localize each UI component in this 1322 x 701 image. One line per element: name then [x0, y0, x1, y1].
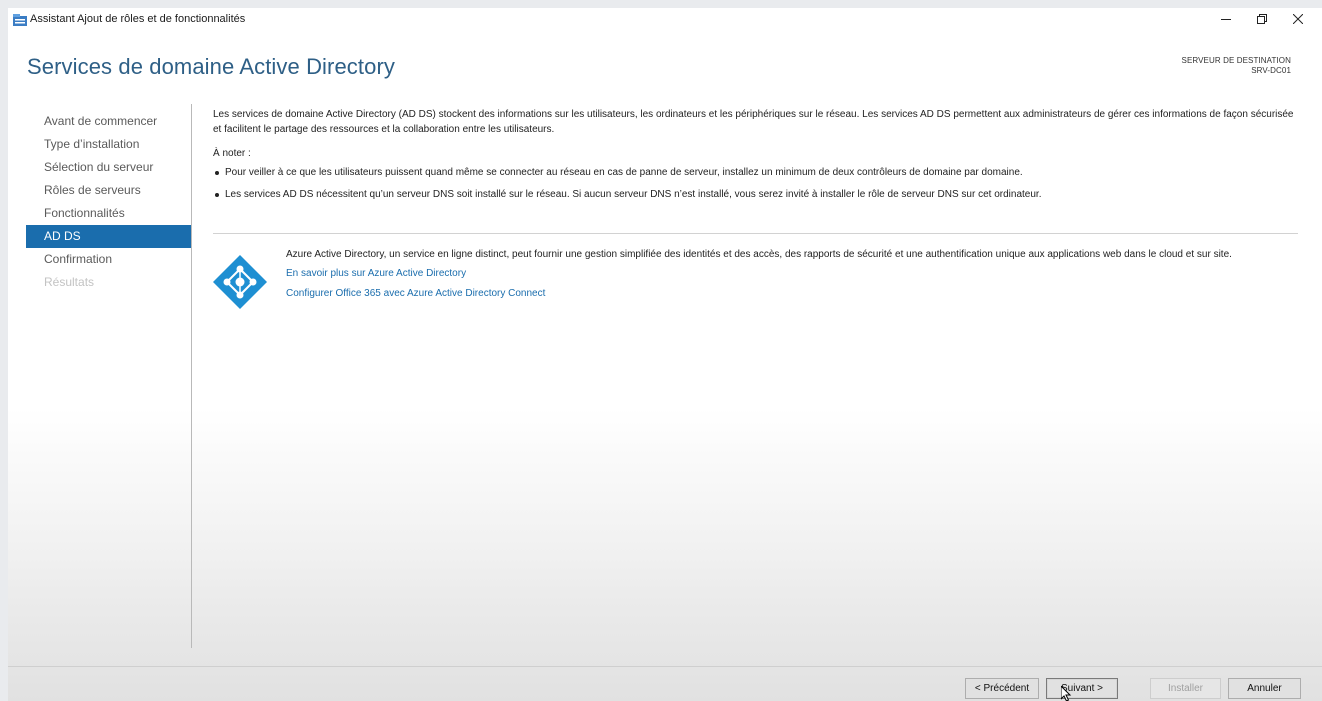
- azure-description: Azure Active Directory, un service en li…: [286, 249, 1232, 260]
- main-content: Les services de domaine Active Directory…: [213, 107, 1303, 209]
- page-title: Services de domaine Active Directory: [27, 54, 395, 79]
- nav-item-confirmation[interactable]: Confirmation: [26, 248, 191, 271]
- restore-button[interactable]: [1244, 8, 1280, 30]
- nav-divider: [191, 104, 192, 648]
- server-manager-icon: [13, 14, 27, 26]
- azure-ad-icon: [213, 255, 267, 309]
- list-item: Les services AD DS nécessitent qu’un ser…: [213, 187, 1303, 202]
- nav-item-ad-ds[interactable]: AD DS: [26, 225, 191, 248]
- next-button[interactable]: Suivant >: [1046, 678, 1118, 699]
- destination-server-info: SERVEUR DE DESTINATION SRV-DC01: [1182, 56, 1291, 76]
- nav-item-avant-de-commencer[interactable]: Avant de commencer: [26, 110, 191, 133]
- list-item: Pour veiller à ce que les utilisateurs p…: [213, 165, 1303, 180]
- wizard-steps-nav: Avant de commencer Type d’installation S…: [26, 110, 191, 294]
- wizard-window: Assistant Ajout de rôles et de fonctionn…: [8, 8, 1322, 701]
- nav-item-type-installation[interactable]: Type d’installation: [26, 133, 191, 156]
- footer-divider: [8, 666, 1322, 667]
- link-azure-learn-more[interactable]: En savoir plus sur Azure Active Director…: [286, 267, 1298, 280]
- minimize-icon: [1221, 19, 1231, 20]
- nav-item-fonctionnalites[interactable]: Fonctionnalités: [26, 202, 191, 225]
- mouse-cursor-icon: [1061, 686, 1072, 701]
- previous-button[interactable]: < Précédent: [965, 678, 1039, 699]
- screen-background: Assistant Ajout de rôles et de fonctionn…: [0, 0, 1322, 701]
- destination-label: SERVEUR DE DESTINATION: [1181, 56, 1291, 65]
- cancel-button[interactable]: Annuler: [1228, 678, 1301, 699]
- title-bar[interactable]: Assistant Ajout de rôles et de fonctionn…: [8, 8, 1322, 36]
- azure-ad-section: Azure Active Directory, un service en li…: [286, 248, 1298, 307]
- restore-icon: [1257, 14, 1267, 24]
- nav-item-resultats: Résultats: [44, 275, 95, 289]
- intro-text: Les services de domaine Active Directory…: [213, 109, 1294, 135]
- note-label: À noter :: [213, 148, 251, 159]
- install-button: Installer: [1150, 678, 1221, 699]
- close-icon: [1293, 14, 1303, 24]
- window-title: Assistant Ajout de rôles et de fonctionn…: [30, 13, 246, 25]
- destination-server-name: SRV-DC01: [1251, 66, 1291, 75]
- nav-item-selection-serveur[interactable]: Sélection du serveur: [26, 156, 191, 179]
- close-button[interactable]: [1280, 8, 1316, 30]
- minimize-button[interactable]: [1208, 8, 1244, 30]
- nav-item-roles-serveurs[interactable]: Rôles de serveurs: [26, 179, 191, 202]
- content-divider: [213, 233, 1298, 234]
- note-bullets: Pour veiller à ce que les utilisateurs p…: [213, 165, 1303, 202]
- link-configure-office365[interactable]: Configurer Office 365 avec Azure Active …: [286, 287, 1298, 300]
